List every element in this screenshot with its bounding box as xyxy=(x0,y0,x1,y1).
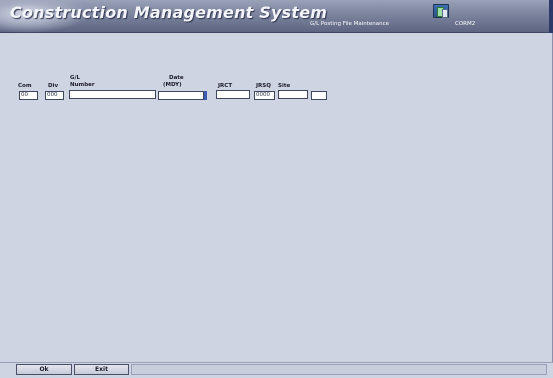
div-field[interactable]: 000 xyxy=(45,91,64,100)
ok-button[interactable]: Ok xyxy=(16,364,72,375)
com-label: Com xyxy=(18,83,32,89)
app-title: Construction Management System xyxy=(10,3,328,22)
date-label-line1: Date xyxy=(169,75,184,81)
screen-code: CORM2 xyxy=(455,21,476,27)
jrsq-field[interactable]: 0000 xyxy=(254,91,275,100)
div-label: Div xyxy=(48,83,59,89)
gl-label-line1: G/L xyxy=(70,75,81,81)
header-edge xyxy=(549,0,553,33)
window-icon[interactable] xyxy=(433,4,449,18)
date-picker-button[interactable] xyxy=(204,91,207,100)
gl-label-line2: Number xyxy=(70,82,95,88)
app-window: Construction Management System G/L Posti… xyxy=(0,0,553,378)
gl-number-field[interactable] xyxy=(69,90,156,99)
jrct-label: JRCT xyxy=(218,83,233,89)
site-label: Site xyxy=(278,83,291,89)
extra-field[interactable] xyxy=(311,91,327,100)
status-field xyxy=(131,364,547,375)
site-field[interactable] xyxy=(278,90,308,99)
exit-button[interactable]: Exit xyxy=(74,364,129,375)
screen-title: G/L Posting File Maintenance xyxy=(310,21,390,27)
jrct-field[interactable] xyxy=(216,90,250,99)
header-bar: Construction Management System G/L Posti… xyxy=(0,0,553,33)
com-field[interactable]: 00 xyxy=(19,91,38,100)
date-field[interactable] xyxy=(158,91,204,100)
jrsq-label: JRSQ xyxy=(256,83,271,89)
date-label-line2: (MDY) xyxy=(163,82,182,88)
